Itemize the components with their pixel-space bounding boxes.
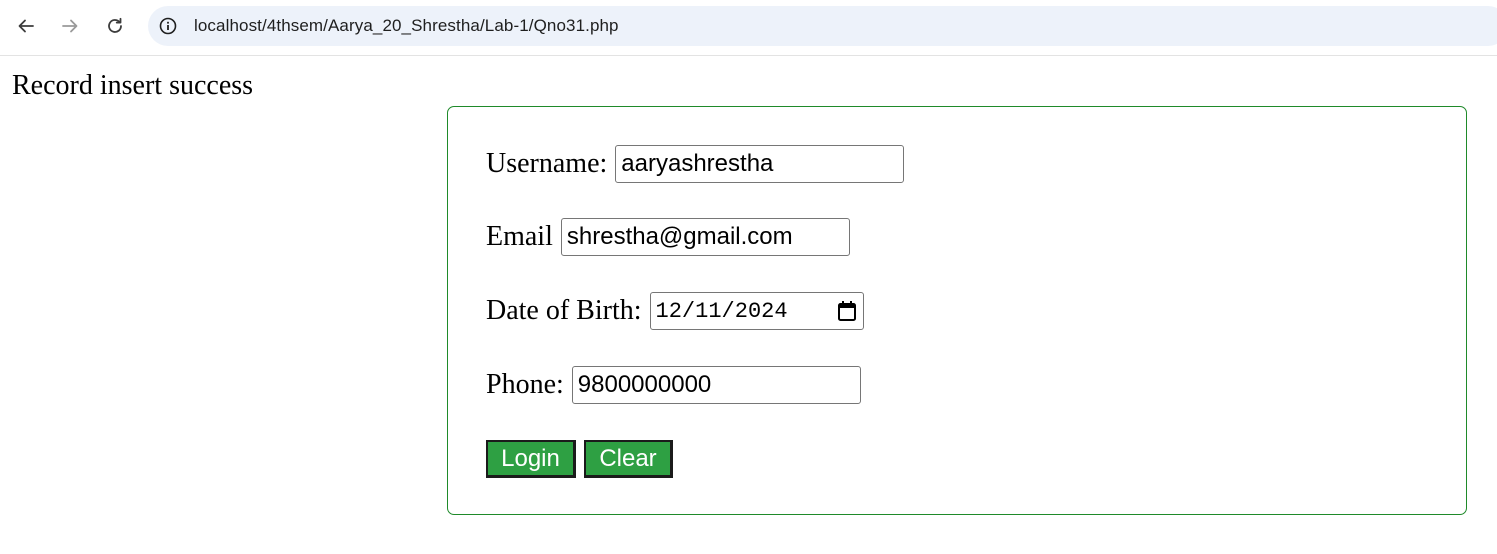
email-input[interactable]: shrestha@gmail.com [560, 218, 850, 256]
phone-row: Phone: 9800000000 [486, 366, 861, 404]
phone-label: Phone: [486, 369, 564, 400]
clear-button[interactable]: Clear [584, 440, 673, 478]
dob-input[interactable]: 12/11/2024 [649, 292, 864, 330]
username-input[interactable]: aaryashrestha [615, 145, 905, 183]
login-button[interactable]: Login [486, 440, 576, 478]
dob-row: Date of Birth: 12/11/2024 [486, 292, 864, 330]
reload-icon [108, 17, 122, 33]
calendar-icon[interactable] [837, 300, 857, 322]
forward-button[interactable] [53, 9, 87, 43]
url-text[interactable]: localhost/4thsem/Aarya_20_Shrestha/Lab-1… [194, 16, 619, 36]
dob-label: Date of Birth: [486, 295, 642, 326]
status-message: Record insert success [12, 70, 254, 101]
forward-arrow-icon [62, 19, 78, 33]
address-bar[interactable]: localhost/4thsem/Aarya_20_Shrestha/Lab-1… [148, 6, 1497, 46]
back-button[interactable] [9, 9, 43, 43]
reload-button[interactable] [98, 9, 132, 43]
username-label: Username: [486, 148, 608, 179]
dob-value: 12/11/2024 [655, 298, 788, 324]
back-arrow-icon [18, 19, 34, 33]
button-row: Login Clear [486, 440, 681, 478]
email-label: Email [486, 221, 553, 252]
username-row: Username: aaryashrestha [486, 145, 905, 183]
browser-toolbar: localhost/4thsem/Aarya_20_Shrestha/Lab-1… [0, 0, 1497, 56]
phone-input[interactable]: 9800000000 [571, 366, 861, 404]
site-info-icon[interactable] [159, 17, 177, 35]
registration-form: Username: aaryashrestha Email shrestha@g… [447, 106, 1467, 515]
email-row: Email shrestha@gmail.com [486, 218, 850, 256]
